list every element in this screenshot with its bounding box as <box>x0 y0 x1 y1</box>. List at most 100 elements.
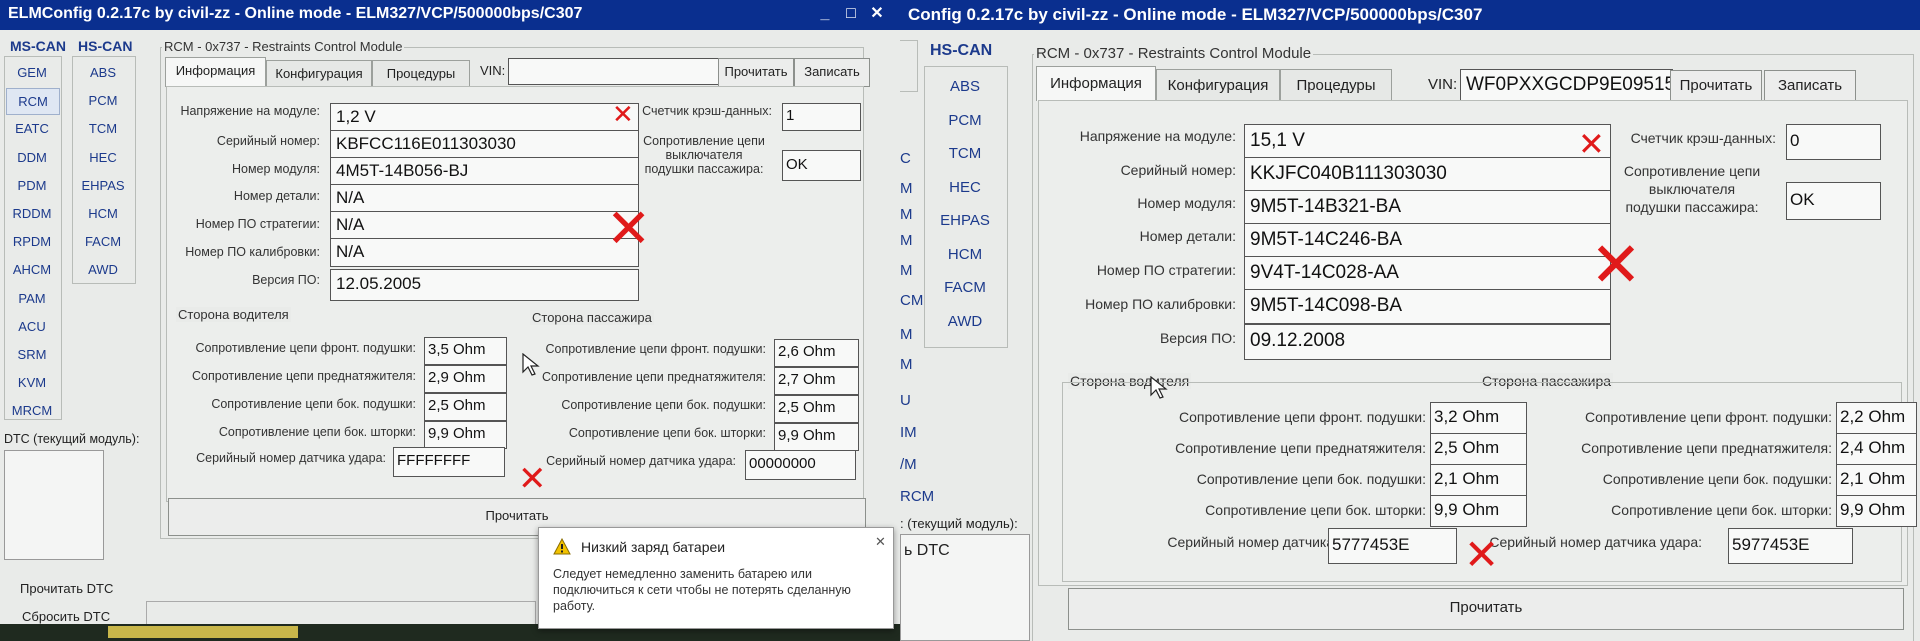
vin-read-button[interactable]: Прочитать <box>718 58 794 87</box>
passenger-row-label: Сопротивление цепи бок. подушки: <box>561 398 766 412</box>
pass-airbag-switch-value: OK <box>782 150 861 181</box>
strategy-value: N/A <box>330 211 639 240</box>
ms-can-module-acu[interactable]: ACU <box>6 314 58 339</box>
ms-can-partial-item[interactable]: CM <box>900 292 923 309</box>
ms-can-module-eatc[interactable]: EATC <box>6 116 58 141</box>
ms-can-module-srm[interactable]: SRM <box>6 342 58 367</box>
right-screenshot-photo: Config 0.2.17c by civil-zz - Online mode… <box>900 0 1920 641</box>
hs-can-module-pcm[interactable]: PCM <box>928 106 1002 136</box>
vin-input[interactable] <box>508 58 723 85</box>
clear-dtc-button[interactable]: Сбросить DTC <box>22 609 110 624</box>
part-number-label: Номер детали: <box>233 189 320 203</box>
ms-can-partial-item[interactable]: M <box>900 262 913 279</box>
tab-procedures[interactable]: Процедуры <box>372 60 470 87</box>
pass-airbag-label-line3: подушки пассажира: <box>1625 199 1759 215</box>
hs-can-module-ehpas[interactable]: EHPAS <box>74 173 132 198</box>
driver-sensor-value: 5777453E <box>1328 528 1457 564</box>
minimize-button[interactable]: _ <box>814 4 836 24</box>
module-number-label: Номер модуля: <box>231 162 320 176</box>
dtc-label: : (текущий модуль): <box>900 516 1018 531</box>
hs-can-module-abs[interactable]: ABS <box>928 72 1002 102</box>
ms-can-partial-item[interactable]: U <box>900 392 911 409</box>
ms-can-partial-item[interactable]: RCM <box>900 488 934 505</box>
ms-can-partial-item[interactable]: M <box>900 206 913 223</box>
ms-can-module-kvm[interactable]: KVM <box>6 370 58 395</box>
tab-configuration[interactable]: Конфигурация <box>266 60 372 87</box>
hs-can-module-hcm[interactable]: HCM <box>928 240 1002 270</box>
crash-counter-value: 0 <box>1786 124 1881 160</box>
hs-can-module-pcm[interactable]: PCM <box>74 88 132 113</box>
hs-can-module-hec[interactable]: HEC <box>74 145 132 170</box>
hs-can-module-awd[interactable]: AWD <box>928 307 1002 337</box>
pass-airbag-label-line1: Сопротивление цепи <box>643 134 765 148</box>
module-group-title: RCM - 0x737 - Restraints Control Module <box>1034 45 1314 62</box>
passenger-row-value: 2,7 Ohm <box>774 367 859 395</box>
ms-can-partial-top <box>900 40 918 92</box>
hs-can-module-facm[interactable]: FACM <box>928 273 1002 303</box>
ms-can-module-pam[interactable]: PAM <box>6 286 58 311</box>
ms-can-module-mrcm[interactable]: MRCM <box>6 398 58 423</box>
passenger-row-value: 9,9 Ohm <box>1836 495 1917 527</box>
ms-can-module-rddm[interactable]: RDDM <box>6 201 58 226</box>
ms-can-partial-item[interactable]: IM <box>900 424 917 441</box>
driver-sensor-label: Серийный номер датчика удара: <box>196 451 386 465</box>
vin-read-button[interactable]: Прочитать <box>1670 70 1762 104</box>
hs-can-module-tcm[interactable]: TCM <box>928 139 1002 169</box>
module-number-label: Номер модуля: <box>1137 195 1236 211</box>
toast-title: Низкий заряд батареи <box>581 539 726 555</box>
hs-can-module-abs[interactable]: ABS <box>74 60 132 85</box>
pass-airbag-switch-label: Сопротивление цепи выключателя подушки п… <box>1608 162 1776 216</box>
ms-can-module-pdm[interactable]: PDM <box>6 173 58 198</box>
battery-toast[interactable]: Низкий заряд батареи ✕ Следует немедленн… <box>538 527 894 629</box>
read-all-button[interactable]: Прочитать <box>1068 588 1904 630</box>
tab-information[interactable]: Информация <box>1036 66 1156 101</box>
hs-can-module-hec[interactable]: HEC <box>928 173 1002 203</box>
calibration-label: Номер ПО калибровки: <box>185 245 320 259</box>
ms-can-partial-item[interactable]: C <box>900 150 911 167</box>
driver-row-label: Сопротивление цепи фронт. подушки: <box>1179 409 1426 425</box>
right-title-bar: Config 0.2.17c by civil-zz - Online mode… <box>900 0 1920 30</box>
ms-can-module-ddm[interactable]: DDM <box>6 145 58 170</box>
hs-can-module-tcm[interactable]: TCM <box>74 116 132 141</box>
ms-can-partial-item[interactable]: M <box>900 180 913 197</box>
vin-write-button[interactable]: Записать <box>794 58 870 87</box>
part-number-value: N/A <box>330 184 639 213</box>
ms-can-partial-item[interactable]: M <box>900 326 913 343</box>
vin-input[interactable]: WF0PXXGCDP9E09515 <box>1460 69 1673 103</box>
ms-can-module-ahcm[interactable]: AHCM <box>6 257 58 282</box>
hs-can-module-ehpas[interactable]: EHPAS <box>928 206 1002 236</box>
close-button[interactable]: ✕ <box>866 4 888 24</box>
vin-write-button[interactable]: Записать <box>1764 70 1856 104</box>
hs-can-module-awd[interactable]: AWD <box>74 257 132 282</box>
toast-close-icon[interactable]: ✕ <box>875 534 886 550</box>
module-group-title: RCM - 0x737 - Restraints Control Module <box>162 39 405 54</box>
serial-value: KKJFC040B111303030 <box>1244 157 1611 192</box>
ms-can-label: MS-CAN <box>10 38 66 54</box>
ms-can-partial-item[interactable]: M <box>900 356 913 373</box>
hs-can-module-facm[interactable]: FACM <box>74 229 132 254</box>
ms-can-module-rcm[interactable]: RCM <box>6 88 60 116</box>
module-number-value: 4M5T-14B056-BJ <box>330 157 639 186</box>
ms-can-partial-item[interactable]: /M <box>900 456 917 473</box>
passenger-row-value: 9,9 Ohm <box>774 423 859 451</box>
pass-airbag-label-line3: подушки пассажира: <box>644 162 764 176</box>
tab-information[interactable]: Информация <box>165 57 266 87</box>
passenger-row-value: 2,4 Ohm <box>1836 433 1917 465</box>
dtc-list[interactable] <box>4 450 104 560</box>
driver-row-value: 2,9 Ohm <box>424 365 507 393</box>
pass-airbag-label-line2: выключателя <box>665 148 743 162</box>
hs-can-module-hcm[interactable]: HCM <box>74 201 132 226</box>
voltage-label: Напряжение на модуле: <box>180 104 320 118</box>
ms-can-module-gem[interactable]: GEM <box>6 60 58 85</box>
tab-procedures[interactable]: Процедуры <box>1280 69 1392 101</box>
ms-can-module-rpdm[interactable]: RPDM <box>6 229 58 254</box>
dtc-partial-button[interactable]: ь DTC <box>904 542 950 560</box>
driver-row-label: Сопротивление цепи бок. подушки: <box>211 397 416 411</box>
tab-configuration[interactable]: Конфигурация <box>1156 69 1280 101</box>
crash-counter-label: Счетчик крэш-данных: <box>642 104 772 118</box>
read-dtc-button[interactable]: Прочитать DTC <box>20 581 113 596</box>
voltage-label: Напряжение на модуле: <box>1079 128 1236 144</box>
ms-can-partial-item[interactable]: M <box>900 232 913 249</box>
maximize-button[interactable]: □ <box>840 4 862 24</box>
annotation-cross-sensor: ✕ <box>518 459 547 499</box>
